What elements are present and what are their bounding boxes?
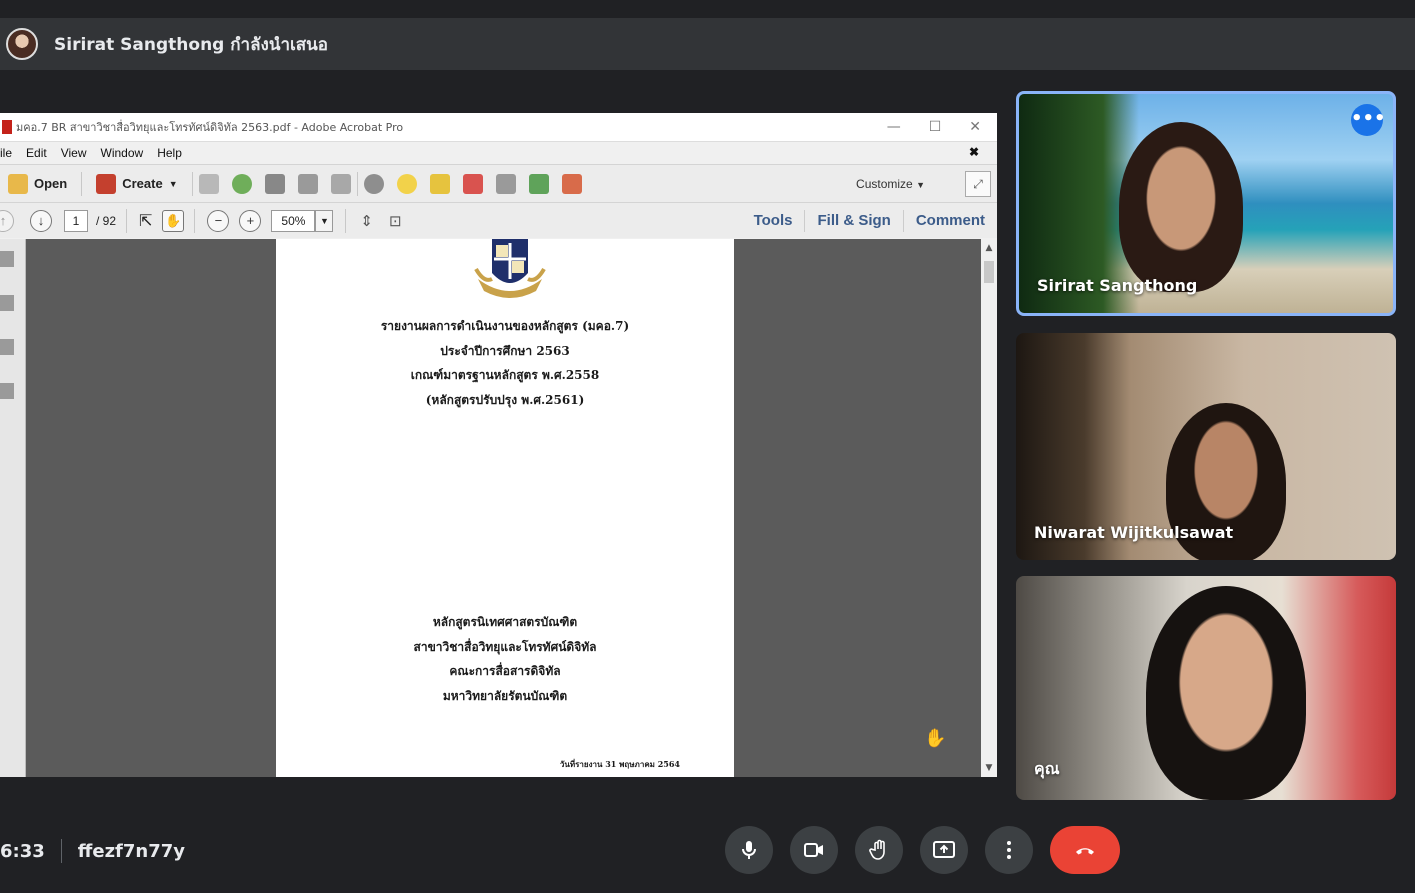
highlight-icon[interactable] bbox=[429, 173, 450, 194]
document-close-icon[interactable]: ✖ bbox=[969, 145, 979, 159]
navigation-pane bbox=[0, 239, 26, 777]
settings-icon[interactable] bbox=[363, 173, 384, 194]
window-title: มคอ.7 BR สาขาวิชาสื่อวิทยุและโทรทัศน์ดิจ… bbox=[16, 121, 404, 134]
meeting-code[interactable]: ffezf7n77y bbox=[78, 841, 185, 862]
page-thumbnails-icon[interactable] bbox=[0, 251, 14, 267]
microphone-button[interactable] bbox=[725, 826, 773, 874]
university-crest-icon bbox=[474, 239, 546, 298]
call-controls-bar: 6:33 ffezf7n77y bbox=[0, 805, 1415, 893]
bookmarks-icon[interactable] bbox=[0, 295, 14, 311]
signatures-icon[interactable] bbox=[0, 339, 14, 355]
zoom-input[interactable]: 50% bbox=[271, 209, 316, 232]
scroll-down-icon[interactable]: ▼ bbox=[981, 763, 997, 773]
fit-width-icon[interactable]: ⇕ bbox=[360, 212, 373, 230]
report-date: วันที่รายงาน 31 พฤษภาคม 2564 bbox=[559, 759, 680, 769]
hand-cursor-icon: ✋ bbox=[924, 728, 947, 749]
previous-page-icon[interactable]: ↑ bbox=[0, 209, 14, 232]
participant-tile[interactable]: Sirirat Sangthong ••• bbox=[1016, 91, 1396, 316]
department-name: สาขาวิชาสื่อวิทยุและโทรทัศน์ดิจิทัล bbox=[413, 639, 597, 654]
minimize-icon[interactable]: — bbox=[887, 119, 901, 135]
sign-icon[interactable] bbox=[561, 173, 582, 194]
raise-hand-button[interactable] bbox=[855, 826, 903, 874]
program-name: หลักสูตรนิเทศศาสตรบัณฑิต bbox=[432, 615, 578, 629]
document-search-icon[interactable] bbox=[495, 173, 516, 194]
customize-dropdown[interactable]: Customize ▼ bbox=[856, 177, 925, 191]
print-icon[interactable] bbox=[264, 173, 285, 194]
comment-icon[interactable] bbox=[396, 173, 417, 194]
cloud-upload-icon[interactable] bbox=[231, 173, 252, 194]
meeting-time: 6:33 bbox=[0, 840, 45, 862]
hand-tool-icon[interactable]: ✋ bbox=[162, 209, 185, 232]
scroll-thumb[interactable] bbox=[984, 261, 994, 283]
acrobat-titlebar: มคอ.7 BR สาขาวิชาสื่อวิทยุและโทรทัศน์ดิจ… bbox=[0, 113, 997, 142]
tools-pane-button[interactable]: Tools bbox=[742, 210, 805, 232]
menubar: ile Edit View Window Help ✖ bbox=[0, 142, 997, 164]
create-pdf-icon bbox=[96, 173, 117, 194]
menu-view[interactable]: View bbox=[61, 146, 87, 160]
acrobat-logo-icon bbox=[2, 120, 12, 134]
participant-name: Sirirat Sangthong bbox=[1037, 276, 1198, 295]
report-standard: เกณฑ์มาตรฐานหลักสูตร พ.ศ.2558 bbox=[410, 368, 600, 382]
phone-hangup-icon bbox=[1076, 848, 1094, 855]
present-icon bbox=[933, 841, 955, 858]
participant-name: คุณ bbox=[1034, 759, 1060, 778]
edit-icon[interactable] bbox=[297, 173, 318, 194]
participant-name: Niwarat Wijitkulsawat bbox=[1034, 523, 1234, 542]
zoom-in-icon[interactable]: + bbox=[239, 209, 262, 232]
faculty-name: คณะการสื่อสารดิจิทัล bbox=[449, 664, 561, 678]
redact-icon[interactable] bbox=[462, 173, 483, 194]
close-icon[interactable]: ✕ bbox=[969, 119, 981, 135]
meeting-info: 6:33 ffezf7n77y bbox=[0, 839, 185, 863]
menu-file[interactable]: ile bbox=[0, 146, 12, 160]
open-button[interactable]: Open bbox=[0, 173, 75, 194]
folder-icon bbox=[8, 173, 28, 194]
hand-icon bbox=[869, 839, 885, 860]
page-total: / 92 bbox=[96, 213, 117, 228]
scroll-up-icon[interactable]: ▲ bbox=[981, 243, 997, 253]
vertical-scrollbar[interactable]: ▲ ▼ bbox=[981, 239, 997, 777]
export-icon[interactable] bbox=[528, 173, 549, 194]
document-viewport[interactable]: รายงานผลการดำเนินงานของหลักสูตร (มคอ.7) … bbox=[0, 239, 997, 777]
presenter-avatar bbox=[6, 28, 38, 60]
pdf-page: รายงานผลการดำเนินงานของหลักสูตร (มคอ.7) … bbox=[276, 239, 734, 777]
fit-page-icon[interactable]: ⊡ bbox=[389, 212, 402, 230]
attachments-icon[interactable] bbox=[0, 383, 14, 399]
more-options-button[interactable] bbox=[985, 826, 1033, 874]
next-page-icon[interactable]: ↓ bbox=[30, 209, 52, 232]
page-number-input[interactable]: 1 bbox=[64, 209, 88, 232]
present-screen-button[interactable] bbox=[920, 826, 968, 874]
menu-window[interactable]: Window bbox=[101, 146, 144, 160]
main-toolbar: Open Create ▼ Customize ▼ ⤢ bbox=[0, 164, 997, 202]
camera-button[interactable] bbox=[790, 826, 838, 874]
navigation-toolbar: ↑ ↓ 1 / 92 ⇱ ✋ − + 50% ▼ ⇕ ⊡ Tools Fill … bbox=[0, 202, 997, 238]
email-icon[interactable] bbox=[330, 173, 351, 194]
report-revision: (หลักสูตรปรับปรุง พ.ศ.2561) bbox=[425, 392, 585, 407]
participant-tile[interactable]: คุณ bbox=[1016, 576, 1396, 800]
select-cursor-icon[interactable]: ⇱ bbox=[139, 211, 152, 231]
participant-tile[interactable]: Niwarat Wijitkulsawat bbox=[1016, 333, 1396, 560]
end-call-button[interactable] bbox=[1050, 826, 1120, 874]
maximize-icon[interactable]: ☐ bbox=[929, 119, 942, 135]
report-title: รายงานผลการดำเนินงานของหลักสูตร (มคอ.7) bbox=[380, 319, 630, 333]
chevron-down-icon: ▼ bbox=[168, 178, 178, 189]
shared-screen: มคอ.7 BR สาขาวิชาสื่อวิทยุและโทรทัศน์ดิจ… bbox=[0, 113, 997, 777]
report-academic-year: ประจำปีการศึกษา 2563 bbox=[440, 343, 570, 358]
create-button[interactable]: Create ▼ bbox=[88, 173, 185, 194]
university-name: มหาวิทยาลัยรัตนบัณฑิต bbox=[442, 688, 568, 703]
comment-pane-button[interactable]: Comment bbox=[902, 210, 997, 232]
more-options-icon[interactable]: ••• bbox=[1351, 104, 1386, 136]
camera-icon bbox=[804, 843, 823, 857]
fill-sign-pane-button[interactable]: Fill & Sign bbox=[804, 210, 902, 232]
expand-icon[interactable]: ⤢ bbox=[965, 170, 991, 197]
more-vert-icon bbox=[1007, 841, 1011, 859]
presenter-bar: Sirirat Sangthong กำลังนำเสนอ bbox=[0, 18, 1415, 70]
presenter-label: Sirirat Sangthong กำลังนำเสนอ bbox=[54, 34, 329, 55]
microphone-icon bbox=[742, 841, 756, 859]
zoom-dropdown[interactable]: ▼ bbox=[315, 209, 334, 232]
menu-edit[interactable]: Edit bbox=[26, 146, 47, 160]
menu-help[interactable]: Help bbox=[157, 146, 182, 160]
save-icon[interactable] bbox=[198, 173, 219, 194]
zoom-out-icon[interactable]: − bbox=[207, 209, 230, 232]
